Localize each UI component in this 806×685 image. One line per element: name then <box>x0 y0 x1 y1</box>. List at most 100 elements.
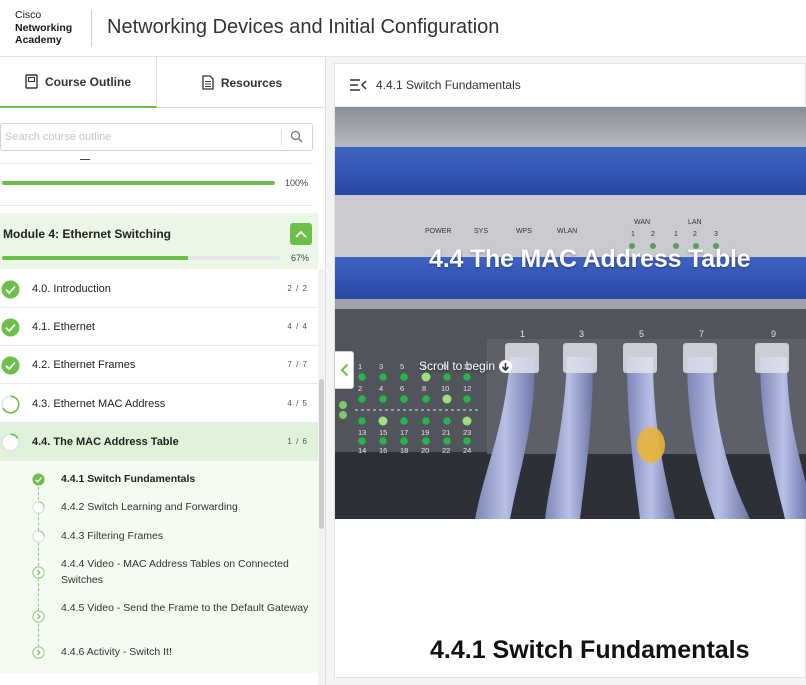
module-progress-fill <box>2 256 189 260</box>
book-icon <box>25 74 38 89</box>
chevron-up-icon <box>295 230 307 238</box>
subtopic-4-4-2[interactable]: 4.4.2 Switch Learning and Forwarding <box>0 499 318 517</box>
subtopic-4-4-5[interactable]: 4.4.5 Video - Send the Frame to the Defa… <box>0 600 318 634</box>
module-percent: 67% <box>291 253 310 263</box>
svg-text:8: 8 <box>422 384 426 393</box>
svg-text:22: 22 <box>442 446 450 455</box>
empty-circle-icon <box>32 501 45 514</box>
topic-label: 4.4. The MAC Address Table <box>32 436 179 448</box>
divider <box>0 205 313 206</box>
divider <box>0 163 313 164</box>
subtopic-4-4-3[interactable]: 4.4.3 Filtering Frames <box>0 528 318 546</box>
previous-module-percent: 100% <box>285 178 309 188</box>
svg-text:6: 6 <box>400 384 404 393</box>
topic-label: 4.1. Ethernet <box>32 321 95 333</box>
tab-resources[interactable]: Resources <box>158 57 325 108</box>
check-circle-icon <box>32 473 45 486</box>
logo-line-3: Academy <box>15 34 62 46</box>
svg-text:9: 9 <box>771 329 776 339</box>
svg-text:12: 12 <box>463 384 471 393</box>
module-progress <box>2 256 280 260</box>
collapse-module-button[interactable] <box>290 223 312 245</box>
content-header: 4.4.1 Switch Fundamentals <box>335 64 806 107</box>
partial-progress-icon <box>1 433 20 452</box>
svg-text:10: 10 <box>441 384 449 393</box>
subtopic-label: 4.4.6 Activity - Switch It! <box>61 646 172 658</box>
svg-text:14: 14 <box>358 446 366 455</box>
sidebar-tabs: Course Outline Resources <box>0 57 325 108</box>
scrollbar-thumb[interactable] <box>319 379 324 529</box>
topic-item-4-1[interactable]: 4.1. Ethernet 4 / 4 <box>0 308 318 346</box>
svg-text:4: 4 <box>379 384 383 393</box>
scroll-to-begin[interactable]: Scroll to begin <box>419 359 513 373</box>
subtopic-4-4-4[interactable]: 4.4.4 Video - MAC Address Tables on Conn… <box>0 556 318 590</box>
panel-label-wps: WPS <box>516 228 532 235</box>
module-4-header[interactable]: Module 4: Ethernet Switching 67% <box>0 213 318 269</box>
subtopic-4-4-1[interactable]: 4.4.1 Switch Fundamentals <box>0 471 318 489</box>
network-switch-photo: POWER SYS WPS WLAN WAN LAN 1 2 1 2 3 1 3… <box>335 107 806 519</box>
svg-text:17: 17 <box>400 428 408 437</box>
panel-label-wan-1: 1 <box>631 231 635 238</box>
previous-module-progress-fill <box>2 181 275 185</box>
svg-text:5: 5 <box>639 329 644 339</box>
previous-module-progress <box>2 181 275 185</box>
topic-label: 4.2. Ethernet Frames <box>32 359 136 371</box>
sidebar-scrollbar[interactable] <box>318 269 325 685</box>
subtopic-label: 4.4.1 Switch Fundamentals <box>61 473 196 485</box>
course-title: Networking Devices and Initial Configura… <box>107 16 500 38</box>
document-icon <box>202 75 214 90</box>
scroll-hint-label: Scroll to begin <box>419 359 496 373</box>
content-panel: 4.4.1 Switch Fundamentals POWER SYS WPS … <box>334 63 806 678</box>
panel-label-lan-3: 3 <box>714 231 718 238</box>
header-divider <box>91 10 92 47</box>
panel-label-power: POWER <box>425 228 451 235</box>
tab-course-outline[interactable]: Course Outline <box>0 57 157 108</box>
previous-module-title-clipped <box>80 155 90 160</box>
collapse-menu-icon[interactable] <box>350 79 367 91</box>
svg-text:2: 2 <box>358 384 362 393</box>
empty-circle-icon <box>32 530 45 543</box>
panel-label-sys: SYS <box>474 228 488 235</box>
svg-text:15: 15 <box>379 428 387 437</box>
svg-text:21: 21 <box>442 428 450 437</box>
course-sidebar: Course Outline Resources 100% Module 4: … <box>0 57 326 685</box>
topic-count: 4 / 4 <box>287 322 308 331</box>
svg-text:24: 24 <box>463 446 471 455</box>
svg-text:3: 3 <box>579 329 584 339</box>
module-title: Module 4: Ethernet Switching <box>3 227 172 241</box>
topic-item-4-4[interactable]: 4.4. The MAC Address Table 1 / 6 <box>0 423 318 461</box>
cisco-logo[interactable]: Cisco Networking Academy <box>15 9 72 47</box>
check-circle-icon <box>1 318 20 337</box>
panel-label-wlan: WLAN <box>557 228 577 235</box>
svg-text:1: 1 <box>520 329 525 339</box>
svg-text:18: 18 <box>400 446 408 455</box>
topic-count: 1 / 6 <box>287 437 308 446</box>
search-separator <box>281 129 282 145</box>
topic-count: 7 / 7 <box>287 360 308 369</box>
svg-text:16: 16 <box>379 446 387 455</box>
svg-text:7: 7 <box>699 329 704 339</box>
topic-item-4-0[interactable]: 4.0. Introduction 2 / 2 <box>0 270 318 308</box>
chevron-right-circle-icon <box>32 566 45 579</box>
subtopic-4-4-6[interactable]: 4.4.6 Activity - Switch It! <box>0 644 318 662</box>
subtopic-label: 4.4.3 Filtering Frames <box>61 530 164 542</box>
section-heading: 4.4.1 Switch Fundamentals <box>430 636 750 664</box>
topic-item-4-2[interactable]: 4.2. Ethernet Frames 7 / 7 <box>0 346 318 384</box>
chevron-right-circle-icon <box>32 646 45 659</box>
svg-text:3: 3 <box>379 362 383 371</box>
chevron-right-circle-icon <box>32 610 45 623</box>
chevron-left-icon <box>340 363 348 377</box>
search-input[interactable] <box>5 128 275 146</box>
svg-text:20: 20 <box>421 446 429 455</box>
topic-count: 2 / 2 <box>287 284 308 293</box>
svg-text:1: 1 <box>358 362 362 371</box>
tab-course-outline-label: Course Outline <box>44 74 131 89</box>
search-icon[interactable] <box>290 130 303 143</box>
check-circle-icon <box>1 280 20 299</box>
subtopic-label: 4.4.4 Video - MAC Address Tables on Conn… <box>61 558 289 586</box>
topic-item-4-3[interactable]: 4.3. Ethernet MAC Address 4 / 5 <box>0 385 318 423</box>
tab-resources-label: Resources <box>220 75 283 90</box>
panel-label-wan-2: 2 <box>651 231 655 238</box>
previous-page-button[interactable] <box>334 351 354 389</box>
panel-label-wan: WAN <box>634 219 650 226</box>
